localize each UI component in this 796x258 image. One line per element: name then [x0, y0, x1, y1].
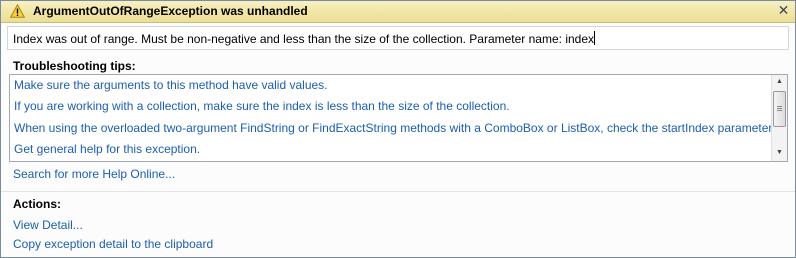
exception-title: ArgumentOutOfRangeException was unhandle… — [33, 4, 308, 18]
grip-line — [777, 110, 782, 111]
search-help-online-link[interactable]: Search for more Help Online... — [13, 167, 175, 181]
troubleshooting-header: Troubleshooting tips: — [13, 59, 136, 73]
copy-exception-detail-link[interactable]: Copy exception detail to the clipboard — [13, 237, 213, 251]
close-icon[interactable]: ✕ — [777, 3, 790, 17]
tip-link-1[interactable]: Make sure the arguments to this method h… — [14, 78, 328, 92]
grip-line — [777, 106, 782, 107]
section-divider — [1, 191, 795, 192]
troubleshooting-tips-list: Make sure the arguments to this method h… — [9, 74, 788, 162]
title-bar: ArgumentOutOfRangeException was unhandle… — [1, 1, 795, 23]
tip-link-3[interactable]: When using the overloaded two-argument F… — [14, 121, 775, 135]
exception-message-box[interactable]: Index was out of range. Must be non-nega… — [7, 26, 789, 50]
exception-message: Index was out of range. Must be non-nega… — [13, 31, 596, 46]
tips-scrollbar[interactable]: ▲ ▼ — [771, 75, 787, 161]
warning-icon — [10, 4, 25, 18]
grip-line — [777, 108, 782, 109]
scroll-down-icon[interactable]: ▼ — [772, 146, 787, 160]
text-caret — [594, 31, 596, 45]
actions-header: Actions: — [13, 197, 61, 211]
tip-link-2[interactable]: If you are working with a collection, ma… — [14, 99, 510, 113]
exception-assistant-window: ArgumentOutOfRangeException was unhandle… — [0, 0, 796, 258]
view-detail-link[interactable]: View Detail... — [13, 218, 83, 232]
scroll-thumb[interactable] — [773, 91, 786, 127]
tip-link-4[interactable]: Get general help for this exception. — [14, 142, 200, 156]
scroll-up-icon[interactable]: ▲ — [772, 75, 787, 89]
